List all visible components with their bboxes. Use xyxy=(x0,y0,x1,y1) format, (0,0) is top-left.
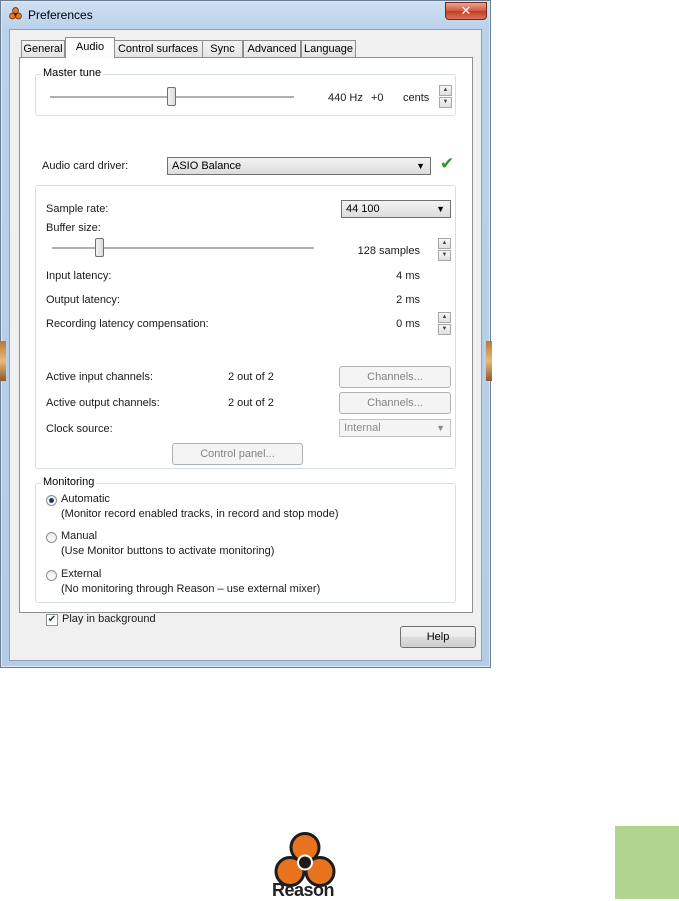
control-panel-button[interactable]: Control panel... xyxy=(172,443,303,465)
tab-control-surfaces[interactable]: Control surfaces xyxy=(113,40,203,58)
spin-down-icon[interactable]: ▼ xyxy=(438,324,451,335)
input-latency-label: Input latency: xyxy=(46,270,112,282)
buffer-size-slider-track[interactable] xyxy=(52,247,314,250)
monitoring-manual-desc: (Use Monitor buttons to activate monitor… xyxy=(61,545,275,557)
recording-latency-compensation-label: Recording latency compensation: xyxy=(46,318,209,330)
reason-logo-text: Reason xyxy=(272,880,335,900)
audio-card-driver-label: Audio card driver: xyxy=(42,160,129,172)
dropdown-arrow-icon: ▼ xyxy=(436,204,445,214)
tab-audio[interactable]: Audio xyxy=(65,37,115,58)
monitoring-label: Monitoring xyxy=(41,476,97,488)
sample-rate-select[interactable]: 44 100 ▼ xyxy=(341,200,451,218)
input-channels-button[interactable]: Channels... xyxy=(339,366,451,388)
window-title: Preferences xyxy=(28,8,93,22)
dialog-client-area: General Audio Control surfaces Sync Adva… xyxy=(9,29,482,661)
monitoring-group: Monitoring Automatic (Monitor record ena… xyxy=(35,476,456,603)
radio-automatic[interactable] xyxy=(46,495,57,506)
master-tune-slider-thumb[interactable] xyxy=(167,87,176,106)
master-tune-spinner[interactable]: ▲ ▼ xyxy=(439,85,452,109)
tab-sync[interactable]: Sync xyxy=(202,40,243,58)
title-bar[interactable]: Preferences ✕ xyxy=(1,1,490,27)
master-tune-label: Master tune xyxy=(41,67,104,79)
active-input-channels-value: 2 out of 2 xyxy=(228,371,274,383)
background-edge xyxy=(0,341,6,381)
sample-rate-label: Sample rate: xyxy=(46,203,109,215)
monitoring-external-label[interactable]: External xyxy=(61,568,101,580)
play-in-background-checkbox[interactable]: ✔ xyxy=(46,614,58,626)
master-tune-cents-unit: cents xyxy=(403,92,430,104)
tab-language[interactable]: Language xyxy=(301,40,356,58)
clock-source-label: Clock source: xyxy=(46,423,113,435)
buffer-size-value: 128 samples xyxy=(357,245,420,257)
recording-latency-compensation-value: 0 ms xyxy=(396,318,420,330)
output-latency-label: Output latency: xyxy=(46,294,120,306)
preferences-window: Preferences ✕ General Audio Control surf… xyxy=(0,0,492,668)
spin-up-icon[interactable]: ▲ xyxy=(438,312,451,323)
monitoring-automatic-label[interactable]: Automatic xyxy=(61,493,110,505)
reason-app-icon xyxy=(9,7,22,20)
dropdown-arrow-icon: ▼ xyxy=(416,161,425,171)
buffer-size-slider-thumb[interactable] xyxy=(95,238,104,257)
buffer-size-spinner[interactable]: ▲ ▼ xyxy=(438,238,451,262)
sample-rate-value: 44 100 xyxy=(346,203,380,215)
checkmark-icon: ✔ xyxy=(47,614,57,625)
dropdown-arrow-icon: ▼ xyxy=(436,423,445,433)
spin-down-icon[interactable]: ▼ xyxy=(438,250,451,261)
audio-settings-group: Sample rate: 44 100 ▼ Buffer size: 128 s… xyxy=(35,185,456,469)
monitoring-manual-label[interactable]: Manual xyxy=(61,530,97,542)
spin-up-icon[interactable]: ▲ xyxy=(439,85,452,96)
close-button[interactable]: ✕ xyxy=(445,2,487,20)
tab-general[interactable]: General xyxy=(21,40,65,58)
master-tune-group: Master tune 440 Hz +0 cents ▲ ▼ xyxy=(35,67,456,116)
play-in-background-label[interactable]: Play in background xyxy=(62,613,156,625)
spin-up-icon[interactable]: ▲ xyxy=(438,238,451,249)
clock-source-select[interactable]: Internal ▼ xyxy=(339,419,451,437)
green-check-icon: ✔ xyxy=(440,154,455,173)
active-output-channels-label: Active output channels: xyxy=(46,397,160,409)
active-input-channels-label: Active input channels: xyxy=(46,371,154,383)
master-tune-hz: 440 Hz xyxy=(328,92,363,104)
buffer-size-label: Buffer size: xyxy=(46,222,101,234)
monitoring-automatic-desc: (Monitor record enabled tracks, in recor… xyxy=(61,508,339,520)
radio-external[interactable] xyxy=(46,570,57,581)
active-output-channels-value: 2 out of 2 xyxy=(228,397,274,409)
output-latency-value: 2 ms xyxy=(396,294,420,306)
audio-card-driver-value: ASIO Balance xyxy=(172,160,242,172)
output-channels-button[interactable]: Channels... xyxy=(339,392,451,414)
page-corner-tab xyxy=(615,826,679,899)
clock-source-value: Internal xyxy=(344,422,381,434)
help-button[interactable]: Help xyxy=(400,626,476,648)
close-icon: ✕ xyxy=(460,3,472,18)
master-tune-cents-value: +0 xyxy=(371,92,384,104)
background-edge xyxy=(486,341,492,381)
monitoring-external-desc: (No monitoring through Reason – use exte… xyxy=(61,583,321,595)
input-latency-value: 4 ms xyxy=(396,270,420,282)
audio-tab-panel: Master tune 440 Hz +0 cents ▲ ▼ Audio ca… xyxy=(19,57,473,626)
audio-card-driver-select[interactable]: ASIO Balance ▼ xyxy=(167,157,431,175)
radio-manual[interactable] xyxy=(46,532,57,543)
spin-down-icon[interactable]: ▼ xyxy=(439,97,452,108)
recording-latency-spinner[interactable]: ▲ ▼ xyxy=(438,312,451,336)
tab-advanced[interactable]: Advanced xyxy=(243,40,301,58)
